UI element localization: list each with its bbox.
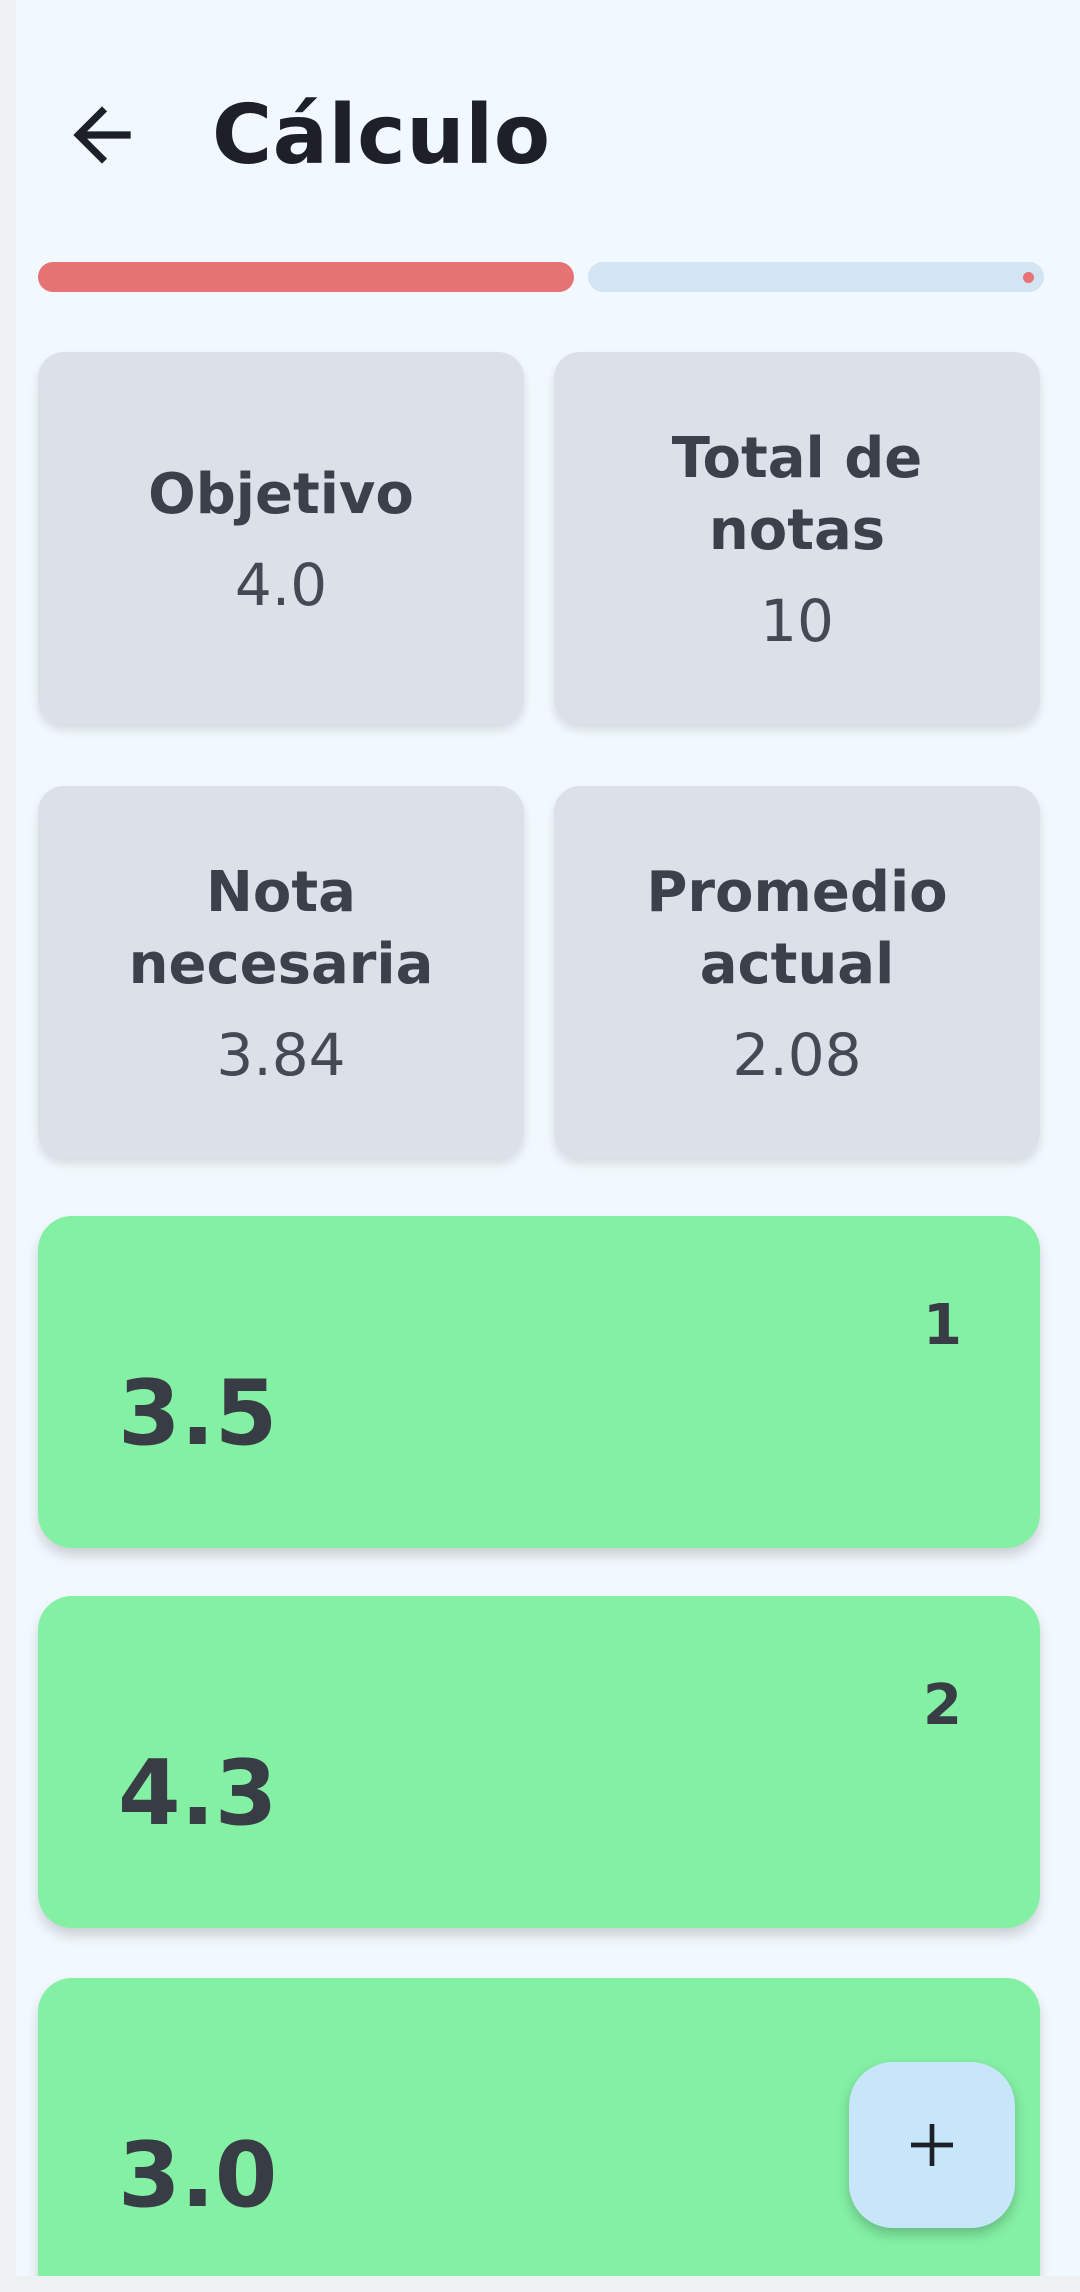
progress-track — [588, 262, 1044, 292]
plus-icon — [911, 2124, 953, 2166]
app-bar: Cálculo — [16, 60, 1080, 210]
stat-label: Total de notas — [671, 426, 923, 563]
grade-card[interactable]: 1 3.5 — [38, 1216, 1040, 1548]
grade-value: 3.0 — [118, 2123, 278, 2228]
app-screen: Cálculo Objetivo 4.0 Total de notas 10 N… — [16, 0, 1080, 2276]
add-grade-button[interactable] — [849, 2062, 1015, 2228]
progress-fill — [38, 262, 574, 292]
stat-value: 4.0 — [234, 551, 328, 619]
stat-label: Promedio actual — [646, 860, 948, 997]
grade-index: 1 — [923, 1293, 962, 1358]
progress-end-dot — [1023, 272, 1034, 283]
grade-card[interactable]: 2 4.3 — [38, 1596, 1040, 1928]
stat-card-required-grade: Nota necesaria 3.84 — [38, 786, 524, 1158]
back-button[interactable] — [52, 85, 152, 185]
stat-label: Nota necesaria — [128, 860, 434, 997]
stat-card-objective: Objetivo 4.0 — [38, 352, 524, 724]
stat-card-current-average: Promedio actual 2.08 — [554, 786, 1040, 1158]
page-title: Cálculo — [212, 88, 551, 183]
grade-index: 2 — [923, 1673, 962, 1738]
stat-value: 3.84 — [216, 1021, 346, 1089]
progress-bar — [38, 262, 1058, 292]
stat-card-total-grades: Total de notas 10 — [554, 352, 1040, 724]
arrow-back-icon — [73, 106, 131, 164]
grade-value: 3.5 — [118, 1361, 278, 1466]
stat-value: 10 — [760, 587, 834, 655]
stat-value: 2.08 — [732, 1021, 862, 1089]
stat-label: Objetivo — [148, 462, 414, 527]
grade-value: 4.3 — [118, 1741, 278, 1846]
